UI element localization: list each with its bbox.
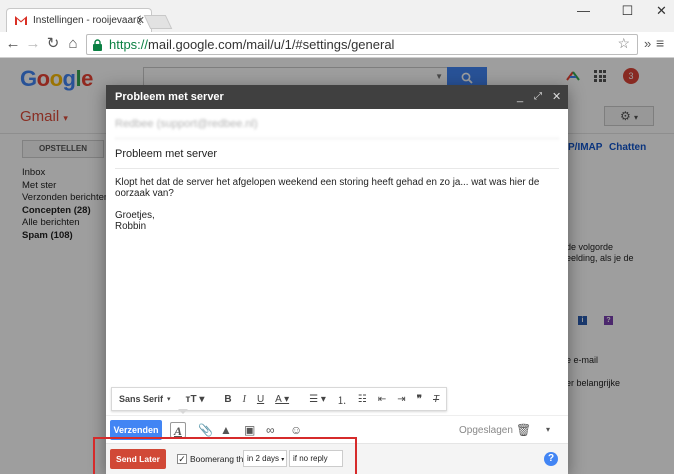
reload-icon[interactable]: ↻ [44,35,62,53]
photo-icon[interactable]: ▣ [244,422,255,438]
lock-icon [93,38,102,51]
chevron-down-icon: ▾ [167,396,171,403]
bulleted-list-icon[interactable]: ☷ [358,394,367,405]
quote-icon[interactable]: ❞ [417,394,422,405]
tab-title: Instellingen - rooijevaar@ [33,15,141,26]
discard-icon[interactable]: 🗑 [516,422,531,438]
address-bar[interactable]: https://mail.google.com/mail/u/1/#settin… [86,34,638,55]
to-field[interactable]: Redbee (support@redbee.nl) [115,109,559,139]
browser-toolbar: ← → ↻ ⌂ https://mail.google.com/mail/u/1… [0,32,674,58]
subject-field[interactable]: Probleem met server [115,139,559,169]
url-path: mail.google.com/mail/u/1/#settings/gener… [148,37,395,52]
minimize-icon[interactable]: _ [517,85,523,109]
font-size-icon[interactable]: тT ▾ [186,394,205,405]
forward-icon[interactable]: → [24,35,42,53]
compose-header[interactable]: Probleem met server [106,85,568,109]
align-icon[interactable]: ☰ ▾ [309,394,326,405]
remove-formatting-icon[interactable]: T [433,394,439,405]
saved-status: Opgeslagen [459,425,513,436]
underline-icon[interactable]: U [257,394,264,405]
bold-icon[interactable]: B [224,394,231,405]
emoji-icon[interactable]: ☺ [290,422,302,438]
indent-less-icon[interactable]: ⇤ [378,394,386,405]
url-scheme: https:// [109,37,149,52]
minimize-icon[interactable]: — [561,0,606,22]
help-icon[interactable]: ? [544,452,558,466]
close-icon[interactable]: ✕ [552,85,561,109]
body-paragraph: Klopt het dat de server het afgelopen we… [115,177,540,199]
formatting-options-icon[interactable]: A [170,422,186,438]
extensions-chevron-icon[interactable]: » [644,36,651,51]
highlight-box [93,437,357,474]
indent-more-icon[interactable]: ⇥ [397,394,405,405]
italic-icon[interactable]: I [243,394,246,405]
body-line: Robbin [115,221,147,232]
toolbar-caret [178,409,188,414]
browser-tab[interactable]: Instellingen - rooijevaar@ ✕ [6,8,152,32]
numbered-list-icon[interactable]: ⒈ [337,392,347,407]
body-line: Groetjes, [115,210,155,221]
more-options-icon[interactable]: ▾ [546,422,550,438]
close-window-icon[interactable]: ✕ [639,0,674,22]
text-color-icon[interactable]: A ▾ [275,394,289,405]
home-icon[interactable]: ⌂ [64,35,82,53]
gmail-icon [14,14,28,27]
expand-icon[interactable]: ⤢ [534,85,542,109]
bookmark-star-icon[interactable]: ☆ [617,35,630,52]
attach-icon[interactable]: 📎 [198,422,213,438]
drive-icon[interactable]: ▲ [220,422,232,438]
compose-title: Probleem met server [115,91,224,103]
link-icon[interactable]: ∞ [266,422,275,438]
message-body[interactable]: Klopt het dat de server het afgelopen we… [115,177,559,232]
font-family-select[interactable]: Sans Serif [119,394,163,404]
menu-icon[interactable]: ≡ [656,35,664,51]
compose-window: Probleem met server _ ⤢ ✕ Redbee (suppor… [106,85,568,474]
back-icon[interactable]: ← [4,35,22,53]
formatting-toolbar: Sans Serif ▾ тT ▾ B I U A ▾ ☰ ▾ ⒈ ☷ ⇤ ⇥ … [111,387,447,411]
title-bar: Instellingen - rooijevaar@ ✕ — ☐ ✕ [0,0,674,32]
